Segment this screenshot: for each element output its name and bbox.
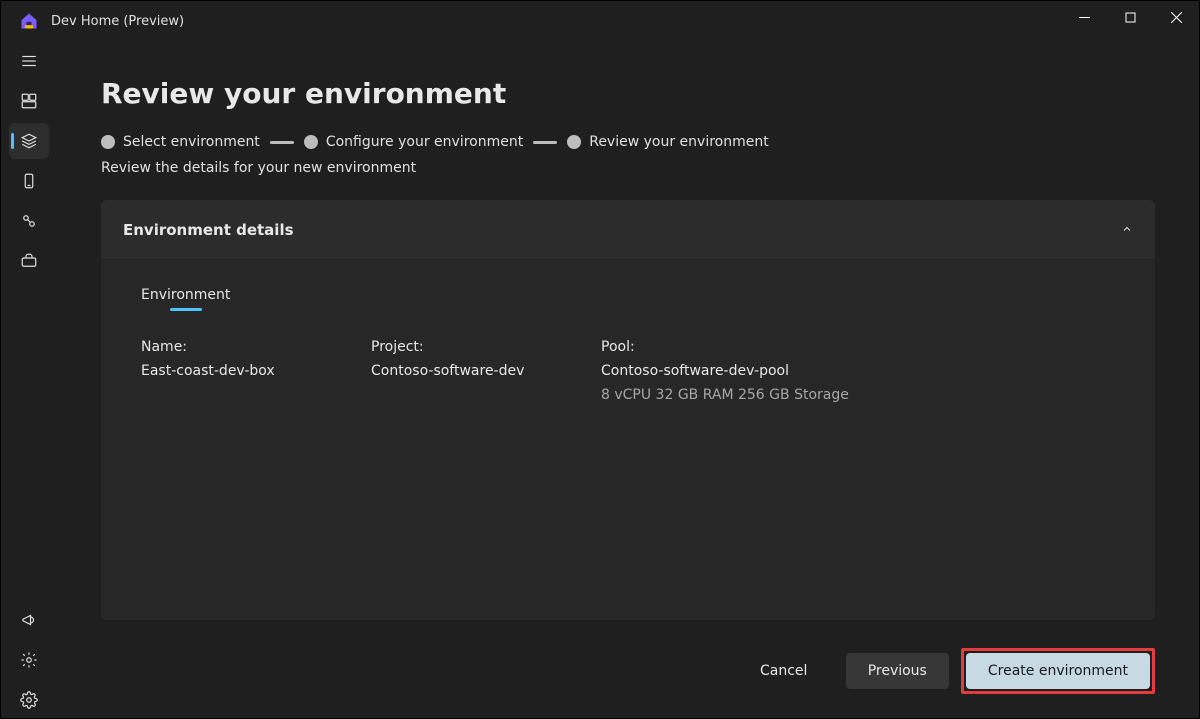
tab-environment[interactable]: Environment (141, 287, 230, 311)
page-subtitle: Review the details for your new environm… (101, 160, 1155, 176)
nav-utilities[interactable] (9, 243, 49, 279)
chevron-up-icon (1121, 220, 1133, 239)
property-label: Project: (371, 339, 531, 355)
property-value: Contoso-software-dev (371, 363, 531, 379)
page-title: Review your environment (101, 77, 1155, 110)
nav-extensions[interactable] (9, 203, 49, 239)
property-label: Pool: (601, 339, 849, 355)
step-dot-icon (567, 135, 581, 149)
nav-menu-button[interactable] (9, 43, 49, 79)
property-value: East-coast-dev-box (141, 363, 301, 379)
property-label: Name: (141, 339, 301, 355)
property-name: Name: East-coast-dev-box (141, 339, 301, 403)
environment-details-card: Environment details Environment Name: Ea… (101, 200, 1155, 620)
card-title: Environment details (123, 221, 294, 239)
maximize-button[interactable] (1107, 1, 1153, 33)
card-header[interactable]: Environment details (101, 200, 1155, 260)
step-dot-icon (101, 135, 115, 149)
step-configure-environment[interactable]: Configure your environment (304, 134, 523, 150)
step-label: Configure your environment (326, 134, 523, 150)
create-environment-button[interactable]: Create environment (966, 653, 1150, 689)
step-label: Review your environment (589, 134, 769, 150)
step-connector (533, 141, 557, 144)
nav-settings-general[interactable] (9, 642, 49, 678)
titlebar: Dev Home (Preview) (1, 1, 1199, 41)
close-button[interactable] (1153, 1, 1199, 33)
property-specs: 8 vCPU 32 GB RAM 256 GB Storage (601, 387, 849, 403)
cancel-button[interactable]: Cancel (734, 653, 834, 689)
nav-settings[interactable] (9, 682, 49, 718)
minimize-button[interactable] (1061, 1, 1107, 33)
previous-button[interactable]: Previous (846, 653, 949, 689)
wizard-footer: Cancel Previous Create environment (101, 648, 1155, 694)
step-review-environment[interactable]: Review your environment (567, 134, 769, 150)
nav-feedback[interactable] (9, 602, 49, 638)
property-project: Project: Contoso-software-dev (371, 339, 531, 403)
app-icon (19, 11, 39, 31)
step-connector (270, 141, 294, 144)
stepper: Select environment Configure your enviro… (101, 134, 1155, 150)
window-title: Dev Home (Preview) (51, 14, 184, 29)
step-select-environment[interactable]: Select environment (101, 134, 260, 150)
nav-rail (1, 41, 57, 718)
nav-dashboard[interactable] (9, 83, 49, 119)
step-label: Select environment (123, 134, 260, 150)
main-content: Review your environment Select environme… (57, 41, 1199, 718)
step-dot-icon (304, 135, 318, 149)
create-environment-highlight: Create environment (961, 648, 1155, 694)
property-pool: Pool: Contoso-software-dev-pool 8 vCPU 3… (601, 339, 849, 403)
caption-buttons (1061, 1, 1199, 41)
property-value: Contoso-software-dev-pool (601, 363, 849, 379)
nav-environments[interactable] (9, 123, 49, 159)
nav-devices[interactable] (9, 163, 49, 199)
environment-properties: Name: East-coast-dev-box Project: Contos… (141, 339, 1115, 403)
